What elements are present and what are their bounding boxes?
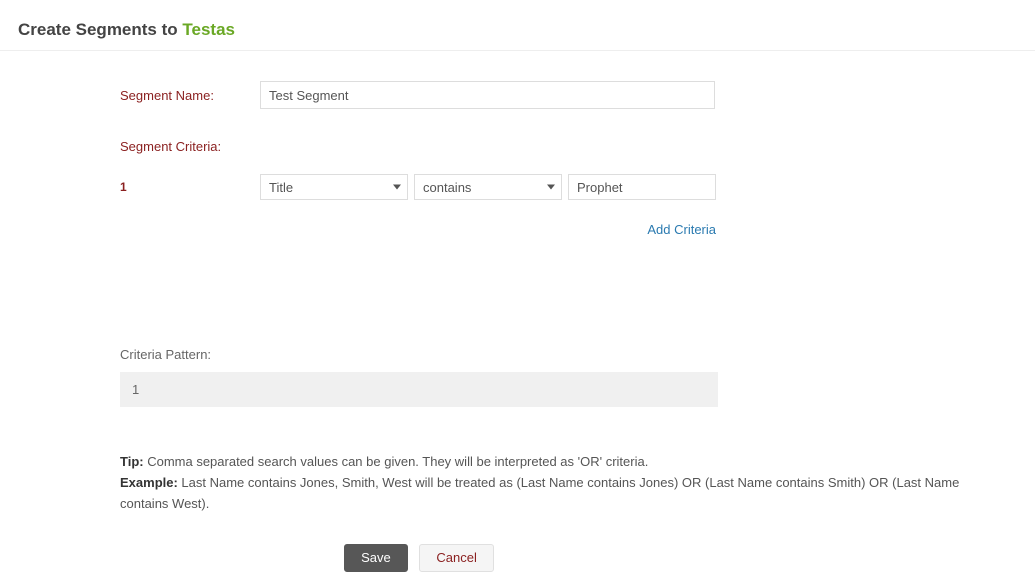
example-text: Last Name contains Jones, Smith, West wi… — [120, 475, 959, 511]
page-title-accent: Testas — [182, 20, 235, 39]
cancel-button[interactable]: Cancel — [419, 544, 493, 572]
segment-name-input[interactable] — [260, 81, 715, 109]
save-button[interactable]: Save — [344, 544, 408, 572]
criteria-field-value: Title — [269, 180, 293, 195]
tip-label: Tip: — [120, 454, 147, 469]
add-criteria-link[interactable]: Add Criteria — [647, 222, 716, 237]
tip-text: Comma separated search values can be giv… — [147, 454, 648, 469]
criteria-field-select[interactable]: Title — [260, 174, 408, 200]
hints: Tip: Comma separated search values can b… — [120, 452, 1000, 514]
page-header: Create Segments to Testas — [0, 0, 1035, 51]
criteria-value-input[interactable] — [568, 174, 716, 200]
criteria-row: 1 Title contains — [120, 174, 1020, 200]
criteria-operator-select[interactable]: contains — [414, 174, 562, 200]
page-title-prefix: Create Segments to — [18, 20, 182, 39]
chevron-down-icon — [547, 185, 555, 190]
criteria-number: 1 — [120, 180, 260, 194]
segment-criteria-label: Segment Criteria: — [120, 139, 1020, 154]
criteria-pattern-value: 1 — [132, 382, 139, 397]
example-label: Example: — [120, 475, 181, 490]
criteria-operator-value: contains — [423, 180, 471, 195]
segment-name-label: Segment Name: — [120, 88, 260, 103]
criteria-pattern-box[interactable]: 1 — [120, 372, 718, 407]
criteria-pattern-label: Criteria Pattern: — [120, 347, 1020, 362]
chevron-down-icon — [393, 185, 401, 190]
